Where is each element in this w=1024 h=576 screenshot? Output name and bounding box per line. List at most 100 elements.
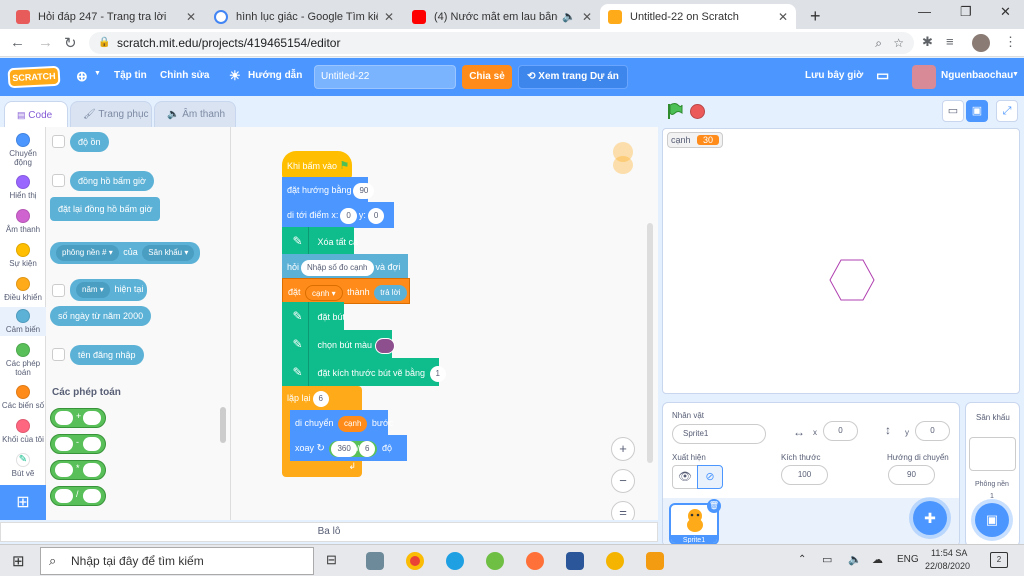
category-control[interactable]: Điều khiển	[0, 277, 46, 302]
back-icon[interactable]: ←	[10, 34, 25, 51]
sprite-direction-input[interactable]: 90	[888, 465, 935, 485]
tab-code[interactable]: ▤ Code	[4, 101, 68, 127]
backpack-bar[interactable]: Ba lô	[0, 522, 658, 542]
sprite-y-input[interactable]: 0	[915, 421, 950, 441]
backdrop-of-block[interactable]: phông nền # ▾ của Sân khấu ▾	[50, 242, 201, 264]
add-sprite-button[interactable]: ✚	[913, 501, 947, 535]
add-backdrop-button[interactable]: ▣	[975, 503, 1009, 537]
category-my-blocks[interactable]: Khối của tôi	[0, 419, 46, 444]
repeat-block[interactable]: lặp lại 6	[282, 386, 362, 410]
small-stage-icon[interactable]: ▭	[942, 100, 964, 122]
firefox-icon[interactable]	[526, 552, 544, 570]
y-input[interactable]: 0	[367, 207, 385, 224]
clock-time[interactable]: 11:54 SA	[931, 548, 967, 558]
set-pen-size-block[interactable]: ✎ đặt kích thước bút vẽ bằng 1	[282, 358, 446, 386]
stage-canvas[interactable]: cạnh 30	[662, 128, 1020, 394]
chrome-profile-icon[interactable]	[606, 552, 624, 570]
profile-avatar[interactable]	[972, 34, 990, 52]
green-flag-icon[interactable]	[666, 102, 684, 120]
sprite-x-input[interactable]: 0	[823, 421, 858, 441]
fullscreen-icon[interactable]: ⤢	[996, 100, 1018, 122]
username-checkbox[interactable]	[52, 348, 65, 361]
category-looks[interactable]: Hiển thị	[0, 175, 46, 200]
category-motion[interactable]: Chuyển động	[0, 133, 46, 167]
variable-dropdown[interactable]: cạnh ▾	[305, 284, 343, 301]
reset-timer-block[interactable]: đặt lại đồng hồ bấm giờ	[50, 197, 161, 221]
calculator-icon[interactable]	[366, 552, 384, 570]
pen-down-block[interactable]: ✎ đặt bút	[282, 302, 345, 330]
browser-tab-2[interactable]: hình lục giác - Google Tìm kiếm ✕	[206, 4, 402, 29]
share-button[interactable]: Chia sẻ	[462, 65, 512, 89]
pen-color-swatch[interactable]	[374, 337, 395, 354]
tray-chevron-icon[interactable]: ⌃	[798, 554, 806, 565]
hide-sprite-button[interactable]: ⊘	[697, 465, 723, 489]
delete-sprite-icon[interactable]: 🗑	[707, 499, 721, 513]
timer-block[interactable]: đồng hồ bấm giờ	[70, 171, 154, 191]
project-title-input[interactable]: Untitled-22	[314, 65, 456, 89]
loudness-block[interactable]: độ ồn	[70, 132, 109, 152]
scratch-logo[interactable]: SCRATCH	[7, 65, 61, 89]
chevron-down-icon[interactable]: ▼	[1012, 71, 1019, 78]
repeat-count-input[interactable]: 6	[312, 390, 329, 407]
sprite-name-input[interactable]: Sprite1	[672, 424, 766, 444]
windows-start-icon[interactable]: ⊞	[12, 552, 25, 570]
category-pen[interactable]: ✎ Bút vẽ	[0, 453, 46, 478]
close-window-icon[interactable]: ✕	[1000, 4, 1011, 20]
volume-icon[interactable]: 🔈	[848, 553, 862, 566]
category-variables[interactable]: Các biến số	[0, 385, 46, 410]
ask-question-input[interactable]: Nhập số đo cạnh	[301, 259, 374, 276]
username-block[interactable]: tên đăng nhập	[70, 345, 144, 365]
property-dropdown[interactable]: phông nền # ▾	[56, 244, 119, 261]
point-in-direction-block[interactable]: đặt hướng bằng 90	[282, 177, 375, 203]
more-icon[interactable]: ⋮	[1004, 34, 1017, 50]
current-checkbox[interactable]	[52, 284, 65, 297]
category-events[interactable]: Sự kiện	[0, 243, 46, 268]
network-icon[interactable]: ▭	[822, 553, 832, 566]
stage-thumbnail[interactable]	[969, 437, 1016, 471]
sprite-size-input[interactable]: 100	[781, 465, 828, 485]
loudness-checkbox[interactable]	[52, 135, 65, 148]
x-input[interactable]: 0	[340, 207, 357, 224]
ask-and-wait-block[interactable]: hỏi Nhập số đo cạnh và đợi	[282, 254, 408, 280]
category-operators[interactable]: Các phép toán	[0, 343, 46, 377]
set-variable-block[interactable]: đặt cạnh ▾ thành trả lời	[282, 278, 410, 304]
go-to-xy-block[interactable]: di tới điểm x: 0 y: 0	[282, 202, 394, 228]
menu-edit[interactable]: Chỉnh sửa	[160, 70, 209, 81]
task-view-icon[interactable]: ⊟	[326, 552, 337, 568]
url-field[interactable]: 🔒 scratch.mit.edu/projects/419465154/edi…	[89, 32, 914, 54]
language-indicator[interactable]: ENG	[897, 554, 919, 565]
close-icon[interactable]: ✕	[582, 10, 592, 24]
word-icon[interactable]	[566, 552, 584, 570]
timer-checkbox[interactable]	[52, 174, 65, 187]
save-now-link[interactable]: Lưu bây giờ	[805, 70, 863, 81]
stop-icon[interactable]	[690, 104, 705, 119]
browser-tab-4[interactable]: Untitled-22 on Scratch ✕	[600, 4, 796, 29]
answer-reporter[interactable]: trả lời	[374, 284, 407, 301]
current-dropdown[interactable]: năm ▾	[76, 281, 110, 298]
close-icon[interactable]: ✕	[186, 10, 196, 24]
menu-tutorials[interactable]: Hướng dẫn	[248, 70, 302, 81]
username-label[interactable]: Nguenbaochau	[941, 70, 1013, 81]
edge-icon[interactable]	[446, 552, 464, 570]
media-icon[interactable]: ≡	[946, 34, 954, 49]
stage-select-pane[interactable]: Sân khấu Phông nền 1 ▣	[965, 402, 1020, 547]
clock-date[interactable]: 22/08/2020	[925, 561, 970, 571]
chrome-icon[interactable]	[406, 552, 424, 570]
move-steps-block[interactable]: di chuyển cạnh bước	[290, 410, 393, 436]
browser-tab-3[interactable]: (4) Nước mắt em lau bằng tì 🔈 ✕	[404, 4, 600, 29]
zoom-out-button[interactable]: −	[611, 469, 635, 493]
my-stuff-folder-icon[interactable]: ▭	[876, 67, 889, 84]
divide-reporter[interactable]: 360/6	[329, 440, 378, 457]
browser-tab-1[interactable]: Hỏi đáp 247 - Trang tra lời ✕	[8, 4, 204, 29]
notification-center-icon[interactable]: 2	[990, 552, 1008, 568]
tab-sounds[interactable]: 🔈 Âm thanh	[154, 101, 236, 127]
zoom-reset-button[interactable]: =	[611, 501, 635, 520]
show-sprite-button[interactable]: 👁	[672, 465, 698, 489]
see-project-page-button[interactable]: ⟲ Xem trang Dự án	[518, 65, 628, 89]
minimize-icon[interactable]: —	[918, 4, 931, 19]
script-scrollbar[interactable]	[647, 223, 653, 463]
reload-icon[interactable]: ↻	[64, 34, 77, 52]
close-icon[interactable]: ✕	[384, 10, 394, 24]
scratch-app-icon[interactable]	[646, 552, 664, 570]
zoom-in-button[interactable]: +	[611, 437, 635, 461]
